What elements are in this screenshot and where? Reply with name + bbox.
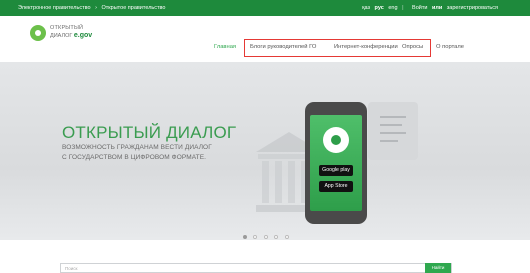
page: Электронное правительство › Открытое пра… — [0, 0, 530, 273]
logo-line-1: ОТКРЫТЫЙ — [50, 25, 84, 31]
search-button[interactable]: Найти — [425, 263, 451, 273]
divider: | — [402, 5, 404, 11]
top-bar-actions: қаз рус eng | Войти или зарегистрировать… — [359, 5, 498, 11]
phone-screen: Google play App Store — [310, 115, 362, 211]
slider-dot[interactable] — [243, 235, 247, 239]
register-link[interactable]: зарегистрироваться — [447, 5, 498, 11]
slider-dot[interactable] — [284, 235, 289, 239]
crumb-open-government[interactable]: Открытое правительство — [101, 5, 165, 11]
hero-subtitle-1: ВОЗМОЖНОСТЬ ГРАЖДАНАМ ВЕСТИ ДИАЛОГ — [62, 144, 212, 151]
phone-illustration: Google play App Store — [305, 102, 367, 224]
chat-line — [380, 132, 406, 134]
hero-banner: ОТКРЫТЫЙ ДИАЛОГ ВОЗМОЖНОСТЬ ГРАЖДАНАМ ВЕ… — [0, 62, 530, 240]
app-logo-icon — [323, 127, 349, 153]
hero-title: ОТКРЫТЫЙ ДИАЛОГ — [62, 123, 237, 142]
slider-dot[interactable] — [263, 235, 268, 239]
logo-line-2: ДИАЛОГ e.gov — [50, 32, 92, 39]
top-bar: Электронное правительство › Открытое пра… — [0, 0, 530, 16]
lang-kaz-link[interactable]: қаз — [362, 5, 370, 11]
chat-bubble-icon — [368, 102, 418, 160]
slider-dots — [243, 226, 291, 240]
chat-line — [380, 140, 398, 142]
crumb-e-government[interactable]: Электронное правительство — [18, 5, 91, 11]
logo-line-2-text: ДИАЛОГ — [50, 33, 73, 39]
crumb-separator: › — [95, 5, 97, 11]
nav-home[interactable]: Главная — [214, 44, 236, 50]
site-logo[interactable]: ОТКРЫТЫЙ ДИАЛОГ e.gov — [30, 23, 100, 47]
chat-line — [380, 116, 406, 118]
breadcrumb: Электронное правительство › Открытое пра… — [18, 5, 168, 11]
logo-icon — [30, 25, 46, 41]
search-bar: Поиск Найти — [60, 263, 452, 273]
logo-brand: e.gov — [73, 32, 93, 39]
chat-line — [380, 124, 402, 126]
nav-about[interactable]: О портале — [436, 44, 464, 50]
hero-subtitle-2: С ГОСУДАРСТВОМ В ЦИФРОВОМ ФОРМАТЕ. — [62, 154, 207, 161]
app-store-badge[interactable]: App Store — [319, 181, 353, 192]
nav-highlight-frame — [244, 39, 431, 57]
login-link[interactable]: Войти — [412, 5, 427, 11]
lang-eng-link[interactable]: eng — [388, 5, 397, 11]
slider-dot[interactable] — [253, 235, 258, 239]
search-input[interactable]: Поиск — [65, 266, 77, 271]
google-play-badge[interactable]: Google play — [319, 165, 353, 176]
slider-dot[interactable] — [274, 235, 279, 239]
or-label: или — [431, 5, 443, 11]
lang-rus-link[interactable]: рус — [375, 5, 384, 11]
